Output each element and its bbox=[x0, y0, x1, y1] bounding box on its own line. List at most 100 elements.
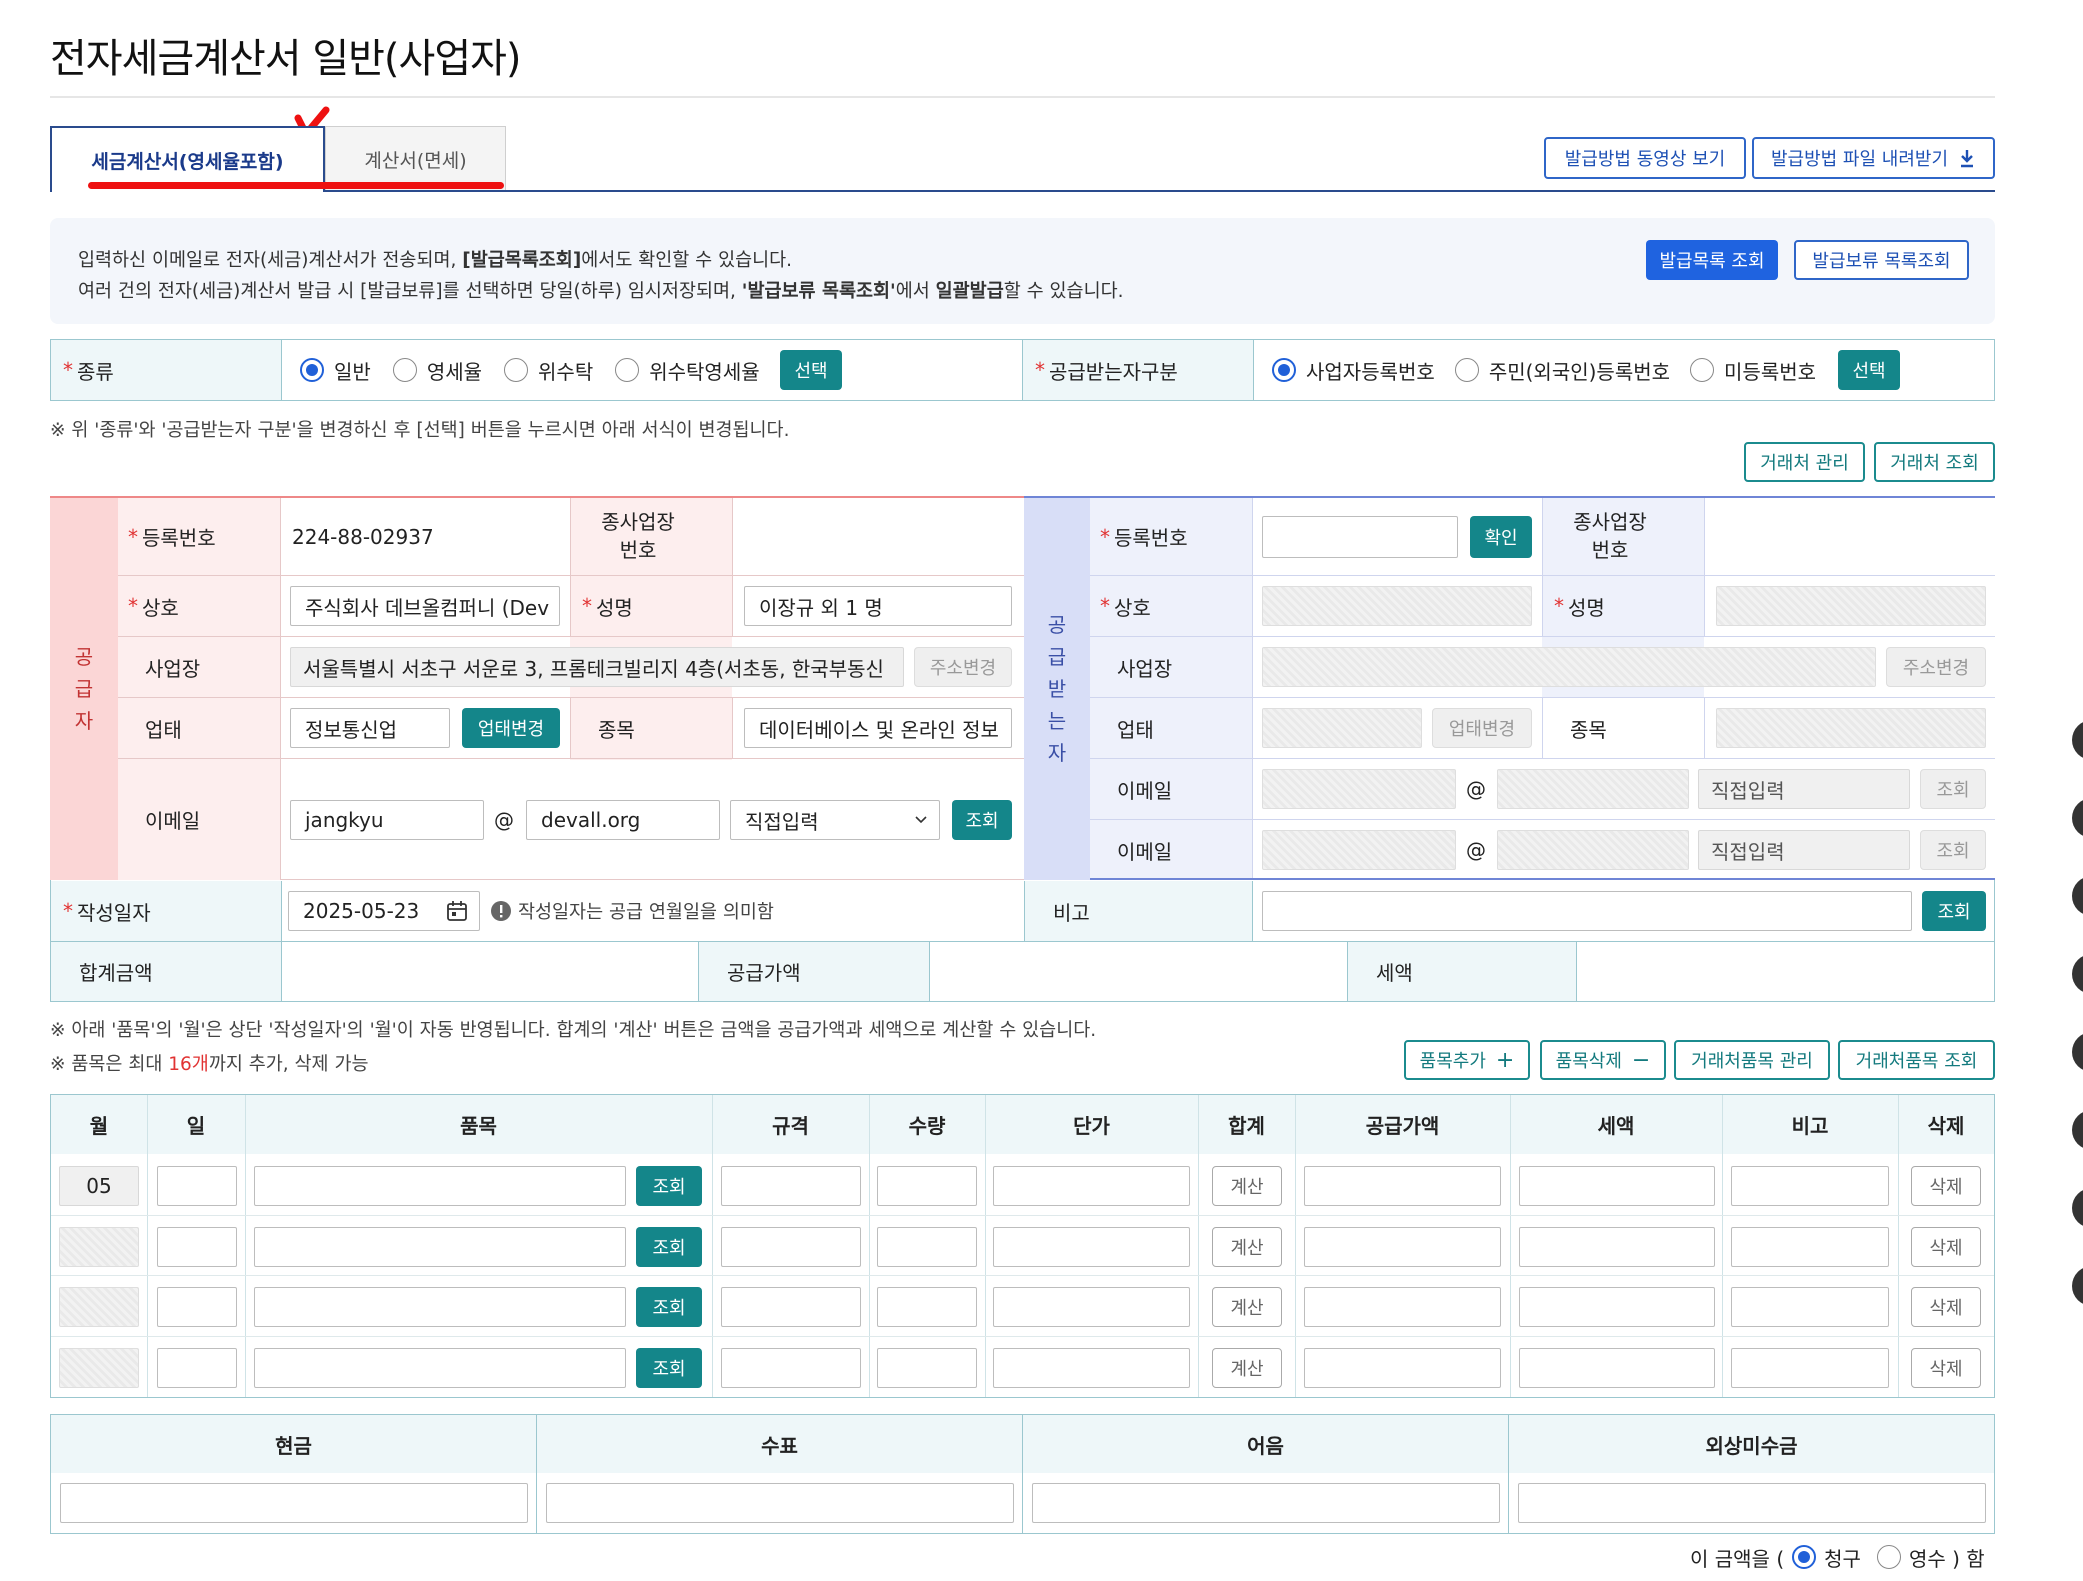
receiver-select-button[interactable]: 선택 bbox=[1838, 350, 1900, 390]
item-name-input[interactable] bbox=[254, 1287, 626, 1327]
receiver-radio-bizno[interactable] bbox=[1272, 358, 1296, 382]
item-delete-button[interactable]: 삭제 bbox=[1911, 1166, 1981, 1206]
item-supply-input[interactable] bbox=[1304, 1287, 1501, 1327]
item-qty-input[interactable] bbox=[877, 1348, 977, 1388]
item-remark-input[interactable] bbox=[1731, 1348, 1889, 1388]
receiver-company-input[interactable] bbox=[1262, 586, 1532, 626]
item-supply-input[interactable] bbox=[1304, 1348, 1501, 1388]
item-delete-button[interactable]: 삭제 bbox=[1911, 1227, 1981, 1267]
kind-radio-consign[interactable] bbox=[504, 358, 529, 382]
item-supply-input[interactable] bbox=[1304, 1227, 1501, 1267]
receiver-email-domain-input[interactable] bbox=[1497, 769, 1689, 809]
item-name-input[interactable] bbox=[254, 1227, 626, 1267]
supplier-name-input[interactable]: 이장규 외 1 명 bbox=[744, 586, 1012, 626]
partner-manage-button[interactable]: 거래처 관리 bbox=[1744, 442, 1865, 482]
supplier-address-input[interactable]: 서울특별시 서초구 서운로 3, 프롬테크빌리지 4층(서초동, 한국부동신 bbox=[290, 647, 904, 687]
receiver-email2-select[interactable]: 직접입력 bbox=[1698, 830, 1910, 870]
item-calc-button[interactable]: 계산 bbox=[1212, 1166, 1282, 1206]
receiver-confirm-button[interactable]: 확인 bbox=[1470, 516, 1532, 558]
payment-note-input[interactable] bbox=[1032, 1483, 1500, 1523]
receiver-biztype-change-button[interactable]: 업태변경 bbox=[1432, 708, 1532, 748]
item-lookup-button[interactable]: 조회 bbox=[636, 1227, 702, 1267]
item-tax-input[interactable] bbox=[1519, 1287, 1715, 1327]
add-item-button[interactable]: 품목추가 + bbox=[1404, 1040, 1530, 1080]
item-name-input[interactable] bbox=[254, 1348, 626, 1388]
supplier-address-change-button[interactable]: 주소변경 bbox=[914, 647, 1012, 687]
remark-input[interactable] bbox=[1262, 891, 1912, 931]
item-spec-input[interactable] bbox=[721, 1287, 861, 1327]
remove-item-button[interactable]: 품목삭제 − bbox=[1540, 1040, 1666, 1080]
supplier-email-select[interactable]: 직접입력 bbox=[730, 800, 940, 840]
supplier-biztype-change-button[interactable]: 업태변경 bbox=[462, 708, 560, 748]
receiver-email2-domain-input[interactable] bbox=[1497, 830, 1689, 870]
item-unit-price-input[interactable] bbox=[993, 1287, 1190, 1327]
receipt-radio-receipt[interactable] bbox=[1876, 1545, 1901, 1569]
item-unit-price-input[interactable] bbox=[993, 1348, 1190, 1388]
item-delete-button[interactable]: 삭제 bbox=[1911, 1287, 1981, 1327]
receiver-regno-input[interactable] bbox=[1262, 516, 1458, 558]
item-day-input[interactable] bbox=[157, 1166, 237, 1206]
receiver-item-input[interactable] bbox=[1716, 708, 1986, 748]
receiver-radio-unregistered[interactable] bbox=[1690, 358, 1715, 382]
receiver-name-input[interactable] bbox=[1716, 586, 1986, 626]
item-remark-input[interactable] bbox=[1731, 1287, 1889, 1327]
video-guide-button[interactable]: 발급방법 동영상 보기 bbox=[1544, 137, 1746, 179]
item-qty-input[interactable] bbox=[877, 1227, 977, 1267]
item-qty-input[interactable] bbox=[877, 1287, 977, 1327]
item-spec-input[interactable] bbox=[721, 1227, 861, 1267]
item-calc-button[interactable]: 계산 bbox=[1212, 1227, 1282, 1267]
item-calc-button[interactable]: 계산 bbox=[1212, 1287, 1282, 1327]
receiver-email-select[interactable]: 직접입력 bbox=[1698, 769, 1910, 809]
kind-select-button[interactable]: 선택 bbox=[780, 350, 842, 390]
item-spec-input[interactable] bbox=[721, 1166, 861, 1206]
receipt-radio-claim[interactable] bbox=[1792, 1545, 1817, 1569]
payment-cash-input[interactable] bbox=[60, 1483, 528, 1523]
kind-radio-general[interactable] bbox=[300, 358, 324, 382]
receiver-email2-lookup-button[interactable]: 조회 bbox=[1920, 830, 1986, 870]
partner-item-lookup-button[interactable]: 거래처품목 조회 bbox=[1838, 1040, 1995, 1080]
item-supply-input[interactable] bbox=[1304, 1166, 1501, 1206]
partner-lookup-button[interactable]: 거래처 조회 bbox=[1874, 442, 1995, 482]
supplier-email-lookup-button[interactable]: 조회 bbox=[952, 800, 1012, 840]
item-tax-input[interactable] bbox=[1519, 1348, 1715, 1388]
issued-list-button[interactable]: 발급목록 조회 bbox=[1646, 240, 1778, 280]
item-remark-input[interactable] bbox=[1731, 1166, 1889, 1206]
receiver-email2-id-input[interactable] bbox=[1262, 830, 1456, 870]
item-tax-input[interactable] bbox=[1519, 1227, 1715, 1267]
supplier-email-domain-input[interactable]: devall.org bbox=[526, 800, 720, 840]
remark-lookup-button[interactable]: 조회 bbox=[1922, 891, 1986, 931]
receiver-address-input[interactable] bbox=[1262, 647, 1876, 687]
receiver-biztype-input[interactable] bbox=[1262, 708, 1422, 748]
kind-radio-zero[interactable] bbox=[392, 358, 417, 382]
supplier-email-id-input[interactable]: jangkyu bbox=[290, 800, 484, 840]
item-unit-price-input[interactable] bbox=[993, 1227, 1190, 1267]
item-qty-input[interactable] bbox=[877, 1166, 977, 1206]
item-remark-input[interactable] bbox=[1731, 1227, 1889, 1267]
supplier-biztype-input[interactable]: 정보통신업 bbox=[290, 708, 450, 748]
receiver-address-change-button[interactable]: 주소변경 bbox=[1886, 647, 1986, 687]
item-day-input[interactable] bbox=[157, 1348, 237, 1388]
hold-list-button[interactable]: 발급보류 목록조회 bbox=[1794, 240, 1969, 280]
item-day-input[interactable] bbox=[157, 1227, 237, 1267]
item-unit-price-input[interactable] bbox=[993, 1166, 1190, 1206]
item-lookup-button[interactable]: 조회 bbox=[636, 1166, 702, 1206]
item-name-input[interactable] bbox=[254, 1166, 626, 1206]
download-guide-button[interactable]: 발급방법 파일 내려받기 bbox=[1752, 137, 1995, 179]
receiver-email-id-input[interactable] bbox=[1262, 769, 1456, 809]
partner-item-manage-button[interactable]: 거래처품목 관리 bbox=[1674, 1040, 1830, 1080]
receiver-radio-resident[interactable] bbox=[1454, 358, 1479, 382]
calendar-icon[interactable] bbox=[445, 899, 469, 923]
item-spec-input[interactable] bbox=[721, 1348, 861, 1388]
supplier-company-input[interactable]: 주식회사 데브올컴퍼니 (Dev bbox=[290, 586, 560, 626]
receiver-email-lookup-button[interactable]: 조회 bbox=[1920, 769, 1986, 809]
item-lookup-button[interactable]: 조회 bbox=[636, 1287, 702, 1327]
payment-check-input[interactable] bbox=[546, 1483, 1014, 1523]
write-date-input[interactable]: 2025-05-23 bbox=[288, 891, 480, 931]
item-lookup-button[interactable]: 조회 bbox=[636, 1348, 702, 1388]
item-delete-button[interactable]: 삭제 bbox=[1911, 1348, 1981, 1388]
payment-credit-input[interactable] bbox=[1518, 1483, 1986, 1523]
item-calc-button[interactable]: 계산 bbox=[1212, 1348, 1282, 1388]
kind-radio-consign-zero[interactable] bbox=[615, 358, 640, 382]
item-tax-input[interactable] bbox=[1519, 1166, 1715, 1206]
item-day-input[interactable] bbox=[157, 1287, 237, 1327]
